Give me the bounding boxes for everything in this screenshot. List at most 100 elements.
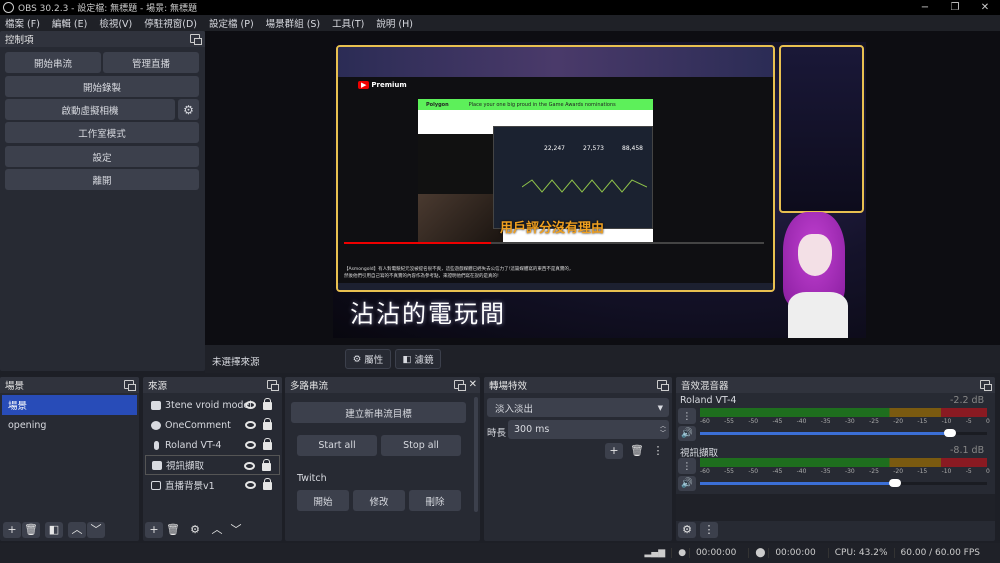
target-delete-button[interactable]: 刪除: [409, 490, 461, 511]
source-item[interactable]: OneComment: [145, 415, 280, 435]
volume-meter: [700, 458, 987, 467]
scene-item[interactable]: 場景: [2, 395, 137, 415]
volume-fader[interactable]: [700, 479, 987, 487]
channel-menu-icon[interactable]: ⋮: [678, 458, 696, 474]
more-options-icon[interactable]: ⋮: [649, 443, 667, 459]
scene-item[interactable]: opening: [2, 415, 137, 435]
menu-edit[interactable]: 編輯 (E): [52, 16, 87, 30]
scale-tick: -10: [941, 468, 952, 475]
close-button[interactable]: ✕: [970, 0, 1000, 15]
video-frame: Polygon Place your one big proud in the G…: [418, 99, 653, 242]
lock-icon[interactable]: [263, 398, 272, 410]
visibility-eye-icon[interactable]: [245, 441, 256, 449]
source-properties-gear-icon[interactable]: ⚙: [186, 522, 204, 538]
target-start-button[interactable]: 開始: [297, 490, 349, 511]
scrollbar[interactable]: [474, 397, 478, 512]
start-recording-button[interactable]: 開始錄製: [5, 76, 199, 97]
start-virtual-camera-button[interactable]: 啟動虛擬相機: [5, 99, 175, 120]
duration-spinbox[interactable]: 300 ms ︿ ﹀: [508, 420, 669, 439]
scale-tick: -45: [772, 468, 783, 475]
remove-transition-trash-icon[interactable]: 🗑: [628, 443, 646, 459]
mute-speaker-icon[interactable]: 🔊: [678, 426, 696, 441]
volume-fader[interactable]: [700, 429, 987, 437]
menu-profile[interactable]: 設定檔 (P): [209, 16, 254, 30]
menu-scene-collection[interactable]: 場景群組 (S): [266, 16, 320, 30]
browser-icon: [151, 420, 161, 430]
undock-icon[interactable]: [454, 380, 466, 391]
lock-icon[interactable]: [263, 478, 272, 490]
video-subtitle: 用戶評分沒有理由: [500, 221, 605, 236]
move-down-icon[interactable]: ﹀: [87, 522, 105, 538]
scale-tick: -60: [700, 418, 710, 425]
new-stream-target-button[interactable]: 建立新串流目標: [291, 402, 466, 423]
remove-source-trash-icon[interactable]: 🗑: [164, 522, 182, 538]
remove-scene-trash-icon[interactable]: 🗑: [22, 522, 40, 538]
move-up-icon[interactable]: ︿: [208, 522, 226, 538]
browser-capture-frame: ▶ Premium Polygon Place your one big proud…: [336, 45, 775, 292]
add-scene-icon[interactable]: +: [3, 522, 21, 538]
lock-icon[interactable]: [263, 418, 272, 430]
site-banner: Place your one big proud in the Game Awa…: [468, 101, 616, 108]
start-stream-button[interactable]: 開始串流: [5, 52, 101, 73]
lock-icon[interactable]: [263, 438, 272, 450]
meter-scale: -60 -55 -50 -45 -40 -35 -30 -25 -20 -15 -10 -5 0: [700, 418, 990, 425]
menu-bar: 檔案 (F) 編輯 (E) 檢視(V) 停駐視窗(D) 設定檔 (P) 場景群組…: [0, 15, 1000, 31]
fader-handle[interactable]: [943, 429, 956, 437]
undock-icon[interactable]: [124, 380, 136, 391]
microphone-icon: [154, 440, 159, 450]
menu-help[interactable]: 說明 (H): [376, 16, 413, 30]
source-item[interactable]: 視訊擷取: [145, 455, 280, 475]
scene-filters-icon[interactable]: ◧: [45, 522, 63, 538]
add-transition-icon[interactable]: +: [605, 443, 623, 459]
menu-tools[interactable]: 工具(T): [332, 16, 364, 30]
maximize-button[interactable]: ❐: [940, 0, 970, 15]
no-source-label: 未選擇來源: [212, 357, 260, 368]
transition-select[interactable]: 淡入淡出 ▼: [487, 398, 669, 417]
source-item[interactable]: Roland VT-4: [145, 435, 280, 455]
camera-icon: [151, 400, 161, 410]
video-description: 【Asmongold】有人對電競紀元沒被提名很不爽，這些遊戲媒體已經失去公信力了…: [344, 267, 574, 279]
transitions-dock: 轉場特效 淡入淡出 ▼ 時長 300 ms ︿ ﹀ + 🗑 ⋮: [484, 377, 672, 541]
studio-mode-button[interactable]: 工作室模式: [5, 122, 199, 143]
menu-docks[interactable]: 停駐視窗(D): [144, 16, 197, 30]
menu-file[interactable]: 檔案 (F): [5, 16, 40, 30]
mute-speaker-icon[interactable]: 🔊: [678, 476, 696, 491]
visibility-eye-icon[interactable]: [245, 401, 256, 409]
undock-icon[interactable]: [267, 380, 279, 391]
source-item[interactable]: 3tene vroid model: [145, 395, 280, 415]
start-all-button[interactable]: Start all: [297, 435, 377, 456]
fader-handle[interactable]: [889, 479, 902, 487]
manage-broadcast-button[interactable]: 管理直播: [103, 52, 199, 73]
channel-db: -2.2 dB: [950, 395, 985, 406]
stop-all-button[interactable]: Stop all: [381, 435, 461, 456]
minimize-button[interactable]: −: [910, 0, 940, 15]
filters-button[interactable]: ◧ 濾鏡: [395, 349, 441, 369]
image-icon: [151, 480, 161, 490]
visibility-eye-icon[interactable]: [245, 481, 256, 489]
settings-button[interactable]: 設定: [5, 146, 199, 167]
move-up-icon[interactable]: ︿: [68, 522, 86, 538]
add-source-icon[interactable]: +: [145, 522, 163, 538]
menu-view[interactable]: 檢視(V): [99, 16, 132, 30]
controls-dock: 控制項 開始串流 管理直播 開始錄製 啟動虛擬相機 ⚙ 工作室模式 設定 離開: [0, 31, 205, 371]
scale-tick: -35: [820, 418, 831, 425]
exit-button[interactable]: 離開: [5, 169, 199, 190]
source-item[interactable]: 直播背景v1: [145, 475, 280, 495]
undock-icon[interactable]: [657, 380, 669, 391]
close-icon[interactable]: ✕: [469, 379, 477, 390]
mixer-menu-icon[interactable]: ⋮: [700, 522, 718, 538]
mixer-settings-gear-icon[interactable]: ⚙: [678, 522, 696, 538]
target-edit-button[interactable]: 修改: [353, 490, 405, 511]
channel-menu-icon[interactable]: ⋮: [678, 408, 696, 424]
obs-logo-icon: [3, 2, 14, 13]
undock-icon[interactable]: [190, 34, 202, 45]
virtual-camera-gear-icon[interactable]: ⚙: [178, 99, 199, 120]
move-down-icon[interactable]: ﹀: [227, 522, 245, 538]
lock-icon[interactable]: [262, 459, 271, 471]
properties-button[interactable]: ⚙ 屬性: [345, 349, 391, 369]
preview-canvas[interactable]: ▶ Premium Polygon Place your one big proud…: [333, 42, 866, 338]
visibility-eye-icon[interactable]: [245, 421, 256, 429]
visibility-eye-icon[interactable]: [244, 462, 255, 470]
undock-icon[interactable]: [980, 380, 992, 391]
scenes-dock: 場景 場景 opening + 🗑 ◧ ︿ ﹀: [0, 377, 139, 541]
